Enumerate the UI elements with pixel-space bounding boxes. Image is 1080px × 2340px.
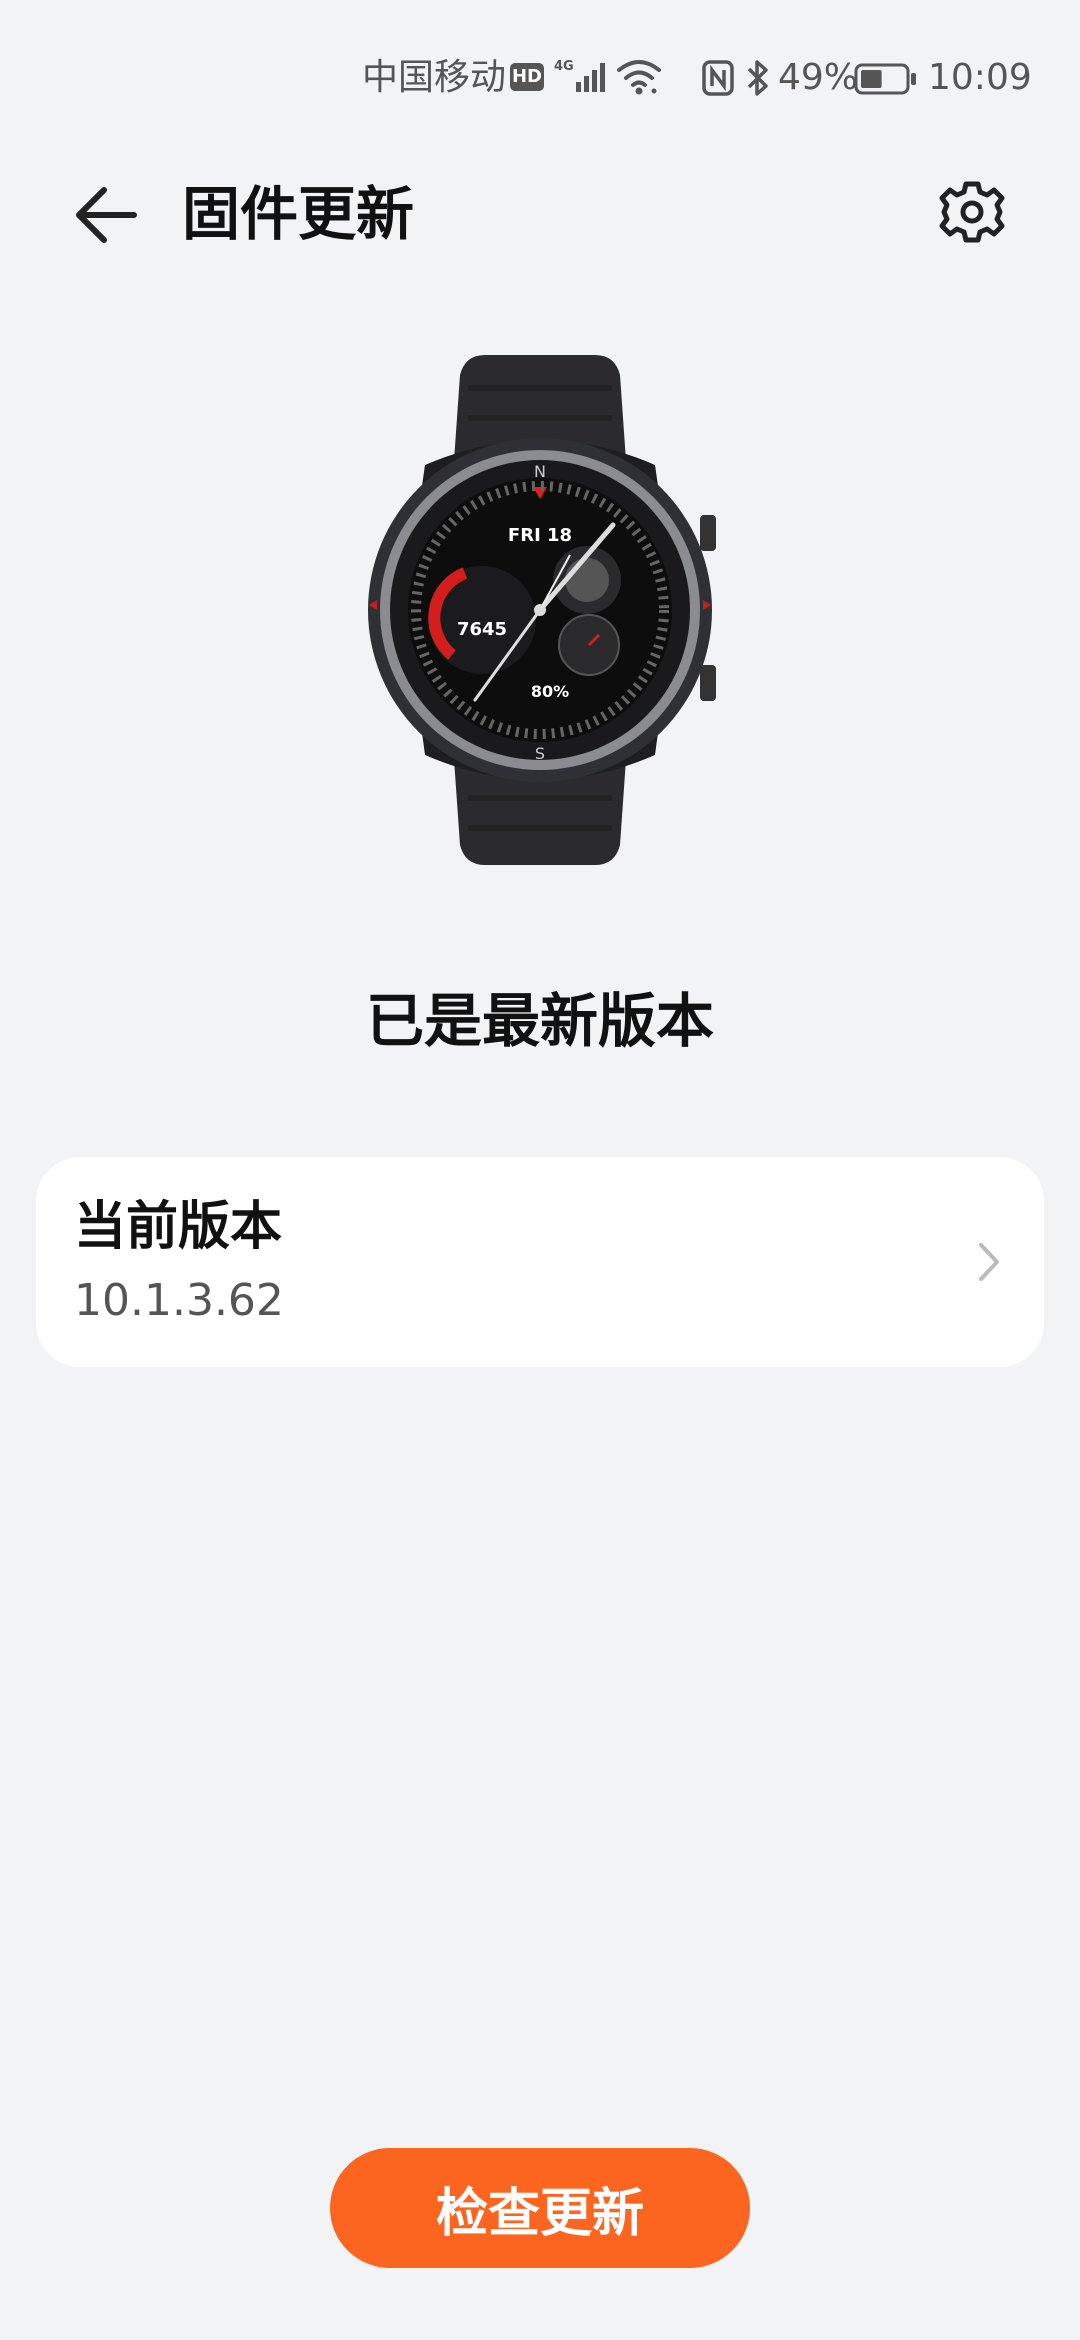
nfc-icon bbox=[702, 60, 734, 96]
chevron-right-icon bbox=[979, 1243, 999, 1281]
hd-badge: HD bbox=[510, 63, 544, 91]
gear-icon bbox=[939, 181, 1005, 243]
compass-south-label: S bbox=[535, 744, 545, 763]
battery-percent: 49% bbox=[778, 57, 859, 98]
watch-image: N S FRI 18 7645 80% bbox=[368, 355, 716, 865]
current-version-label: 当前版本 bbox=[74, 1197, 283, 1257]
network-type-label: 4G bbox=[554, 59, 574, 74]
current-version-card[interactable]: 当前版本 10.1.3.62 bbox=[36, 1157, 1044, 1367]
page-title: 固件更新 bbox=[182, 180, 415, 248]
watch-steps: 7645 bbox=[457, 619, 507, 640]
carrier-label: 中国移动 bbox=[362, 57, 507, 98]
status-bar: 中国移动 HD 4G 49% 10:09 bbox=[0, 0, 1080, 150]
wifi-icon bbox=[617, 60, 661, 95]
bluetooth-icon bbox=[747, 60, 768, 96]
compass-north-label: N bbox=[534, 462, 546, 481]
clock: 10:09 bbox=[928, 57, 1032, 98]
current-version-value: 10.1.3.62 bbox=[74, 1275, 284, 1326]
signal-icon: 4G bbox=[554, 59, 605, 92]
battery-icon bbox=[854, 63, 916, 95]
update-status-message: 已是最新版本 bbox=[365, 987, 714, 1055]
back-arrow-icon bbox=[76, 187, 137, 243]
settings-button[interactable] bbox=[930, 170, 1014, 254]
watch-battery: 80% bbox=[531, 682, 569, 701]
check-update-button[interactable]: 检查更新 bbox=[330, 2148, 750, 2268]
back-button[interactable] bbox=[64, 170, 154, 260]
watch-date: FRI 18 bbox=[508, 525, 572, 546]
